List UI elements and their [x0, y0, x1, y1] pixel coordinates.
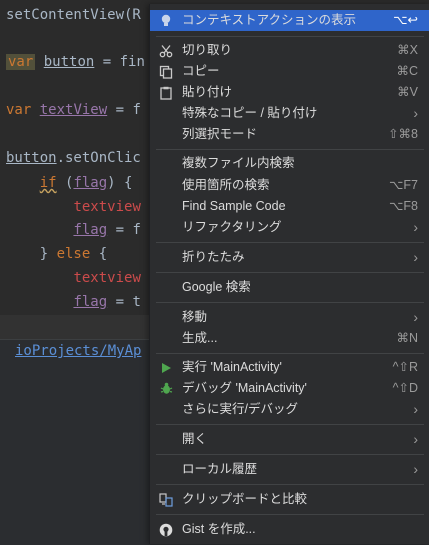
- menu-item-shortcut: ⌘C: [396, 64, 418, 78]
- code-line-7: flag = f: [73, 222, 141, 238]
- menu-separator: [156, 353, 424, 354]
- menu-item-label: クリップボードと比較: [182, 492, 308, 506]
- menu-item-shortcut: ⇧⌘8: [388, 127, 418, 141]
- menu-item-local-history[interactable]: ローカル履歴 ›: [150, 459, 429, 480]
- debug-icon: [158, 378, 174, 399]
- run-icon: [158, 357, 174, 378]
- compare-icon: [158, 489, 174, 510]
- menu-separator: [156, 484, 424, 485]
- code-line-4: button.setOnClic: [6, 150, 141, 166]
- menu-item-shortcut: ⌥F7: [389, 178, 418, 192]
- menu-item-label: 特殊なコピー / 貼り付け: [182, 106, 318, 120]
- github-icon: [158, 519, 174, 540]
- menu-item-shortcut: ^⇧R: [392, 360, 418, 374]
- menu-separator: [156, 424, 424, 425]
- menu-separator: [156, 514, 424, 515]
- code-line-5: if (flag) {: [39, 175, 133, 191]
- menu-item-show-context-actions[interactable]: コンテキストアクションの表示 ⌥↩: [150, 10, 429, 31]
- chevron-right-icon: ›: [413, 431, 418, 447]
- menu-item-label: さらに実行/デバッグ: [182, 402, 298, 416]
- menu-item-shortcut: ⌘X: [397, 43, 418, 57]
- menu-item-find-sample-code[interactable]: Find Sample Code ⌥F8: [150, 196, 429, 217]
- menu-item-label: 列選択モード: [182, 127, 258, 141]
- menu-item-create-gist[interactable]: Gist を作成...: [150, 519, 429, 540]
- menu-item-copy[interactable]: コピー ⌘C: [150, 61, 429, 82]
- menu-item-label: Google 検索: [182, 280, 251, 294]
- lightbulb-icon: [158, 10, 174, 31]
- menu-item-paste[interactable]: 貼り付け ⌘V: [150, 82, 429, 103]
- menu-item-cut[interactable]: 切り取り ⌘X: [150, 40, 429, 61]
- menu-item-label: ローカル履歴: [182, 462, 258, 476]
- menu-item-open-in[interactable]: 開く ›: [150, 429, 429, 450]
- code-line-9: textview: [73, 270, 141, 286]
- menu-item-goto[interactable]: 移動 ›: [150, 307, 429, 328]
- menu-item-special-copy-paste[interactable]: 特殊なコピー / 貼り付け ›: [150, 103, 429, 124]
- menu-item-find-usages[interactable]: 使用箇所の検索 ⌥F7: [150, 175, 429, 196]
- menu-item-label: コピー: [182, 64, 220, 78]
- menu-item-label: 使用箇所の検索: [182, 178, 270, 192]
- chevron-right-icon: ›: [413, 249, 418, 265]
- menu-item-column-selection-mode[interactable]: 列選択モード ⇧⌘8: [150, 124, 429, 145]
- menu-item-shortcut: ⌘N: [396, 331, 418, 345]
- code-line-2: var button = fin: [6, 54, 145, 70]
- chevron-right-icon: ›: [413, 461, 418, 477]
- menu-item-folding[interactable]: 折りたたみ ›: [150, 247, 429, 268]
- scissors-icon: [158, 40, 174, 61]
- menu-item-shortcut: ⌥↩: [393, 13, 418, 27]
- menu-item-more-run-debug[interactable]: さらに実行/デバッグ ›: [150, 399, 429, 420]
- chevron-right-icon: ›: [413, 309, 418, 325]
- menu-item-compare-with-clipboard[interactable]: クリップボードと比較: [150, 489, 429, 510]
- code-line-6: textview: [73, 199, 141, 215]
- menu-item-find-in-files[interactable]: 複数ファイル内検索: [150, 153, 429, 174]
- menu-item-label: 実行 'MainActivity': [182, 360, 282, 374]
- copy-icon: [158, 61, 174, 82]
- menu-item-label: 開く: [182, 432, 208, 446]
- menu-item-label: 移動: [182, 310, 208, 324]
- menu-item-label: 複数ファイル内検索: [182, 156, 295, 170]
- menu-separator: [156, 242, 424, 243]
- chevron-right-icon: ›: [413, 105, 418, 121]
- menu-item-shortcut: ^⇧D: [392, 381, 418, 395]
- menu-item-label: リファクタリング: [182, 220, 282, 234]
- menu-item-refactor[interactable]: リファクタリング ›: [150, 217, 429, 238]
- project-path-link[interactable]: ioProjects/MyAp: [15, 343, 141, 359]
- menu-item-debug[interactable]: デバッグ 'MainActivity' ^⇧D: [150, 378, 429, 399]
- context-menu: コンテキストアクションの表示 ⌥↩ 切り取り ⌘X コピー ⌘C 貼り付け ⌘V…: [149, 4, 429, 544]
- menu-separator: [156, 454, 424, 455]
- menu-item-generate[interactable]: 生成... ⌘N: [150, 328, 429, 349]
- menu-item-label: Find Sample Code: [182, 199, 286, 213]
- menu-item-label: コンテキストアクションの表示: [182, 13, 357, 27]
- paste-icon: [158, 82, 174, 103]
- menu-separator: [156, 302, 424, 303]
- code-line-8: } else {: [6, 246, 108, 262]
- chevron-right-icon: ›: [413, 401, 418, 417]
- menu-separator: [156, 272, 424, 273]
- chevron-right-icon: ›: [413, 219, 418, 235]
- code-line-1: setContentView(R: [6, 7, 141, 23]
- menu-item-label: 生成...: [182, 331, 218, 345]
- menu-item-run[interactable]: 実行 'MainActivity' ^⇧R: [150, 357, 429, 378]
- menu-item-label: 折りたたみ: [182, 250, 245, 264]
- menu-item-label: 貼り付け: [182, 85, 233, 99]
- menu-separator: [156, 149, 424, 150]
- menu-separator: [156, 36, 424, 37]
- code-line-3: var textView = f: [6, 102, 141, 118]
- menu-item-google-search[interactable]: Google 検索: [150, 277, 429, 298]
- menu-item-label: Gist を作成...: [182, 522, 256, 536]
- menu-item-shortcut: ⌥F8: [389, 199, 418, 213]
- menu-item-label: デバッグ 'MainActivity': [182, 381, 307, 395]
- code-line-10: flag = t: [73, 294, 141, 310]
- menu-item-label: 切り取り: [182, 43, 233, 57]
- menu-item-shortcut: ⌘V: [397, 85, 418, 99]
